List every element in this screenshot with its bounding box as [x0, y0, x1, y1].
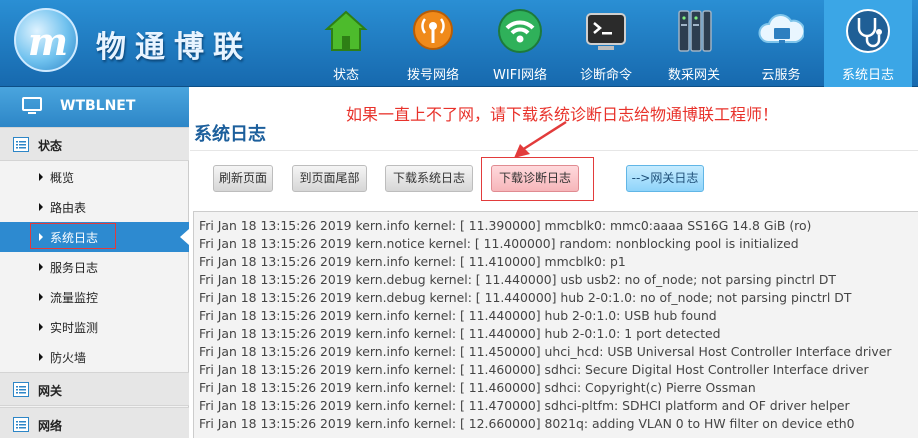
antenna-icon: [413, 10, 453, 50]
section-label: 状态: [38, 139, 63, 153]
wifi-icon: [498, 9, 542, 53]
sidebar-item-service-log[interactable]: 服务日志: [0, 252, 189, 282]
log-line: Fri Jan 18 13:15:26 2019 kern.info kerne…: [199, 398, 850, 413]
list-icon: [13, 137, 29, 152]
sidebar-title: WTBLNET: [60, 98, 136, 114]
sidebar-item-overview[interactable]: 概览: [0, 162, 189, 192]
download-diag-log-button[interactable]: 下载诊断日志: [491, 165, 579, 192]
log-line: Fri Jan 18 13:15:26 2019 kern.debug kern…: [199, 272, 836, 287]
brand-name: 物通博联: [96, 30, 252, 65]
sidebar-section-network[interactable]: 网络: [0, 407, 189, 438]
caret-right-icon: [39, 233, 43, 241]
active-pointer-icon: [180, 229, 189, 245]
logo-mark-icon: m: [27, 19, 69, 64]
sidebar-item-label: 防火墙: [50, 351, 87, 365]
server-icon: [678, 10, 712, 52]
refresh-page-button[interactable]: 刷新页面: [213, 165, 273, 192]
caret-right-icon: [39, 323, 43, 331]
sidebar-item-routes[interactable]: 路由表: [0, 192, 189, 222]
log-lines: Fri Jan 18 13:15:26 2019 kern.info kerne…: [199, 217, 891, 433]
log-line: Fri Jan 18 13:15:26 2019 kern.info kerne…: [199, 308, 717, 323]
sidebar-item-label: 概览: [50, 171, 75, 185]
sidebar-item-label: 实时监测: [50, 321, 99, 335]
nav-diag-cmd[interactable]: 诊断命令: [575, 0, 637, 87]
sidebar-item-firewall[interactable]: 防火墙: [0, 342, 189, 372]
sidebar-item-traffic-monitor[interactable]: 流量监控: [0, 282, 189, 312]
terminal-icon: [586, 13, 626, 50]
sidebar-item-label: 流量监控: [50, 291, 99, 305]
nav-label: 诊断命令: [579, 68, 632, 83]
nav-wifi[interactable]: WIFI网络: [488, 0, 552, 87]
nav-label: 状态: [332, 68, 359, 83]
monitor-icon: [22, 97, 42, 114]
top-header: m 物通博联 状态 拨号网络 WIFI网络 诊断命令 数采网关 云服务 系统日志: [0, 0, 918, 87]
logo: m: [14, 8, 78, 72]
sidebar-section-status[interactable]: 状态: [0, 127, 189, 161]
gateway-log-button[interactable]: -->网关日志: [626, 165, 704, 192]
nav-label: 拨号网络: [406, 68, 459, 83]
stethoscope-icon: [846, 9, 890, 53]
nav-system-log[interactable]: 系统日志: [824, 0, 912, 87]
sidebar-item-label: 系统日志: [50, 231, 99, 245]
list-icon: [13, 417, 29, 432]
log-line: Fri Jan 18 13:15:26 2019 kern.debug kern…: [199, 290, 852, 305]
nav-label: 系统日志: [841, 68, 894, 83]
log-line: Fri Jan 18 13:15:26 2019 kern.info kerne…: [199, 344, 892, 359]
scroll-to-bottom-button[interactable]: 到页面尾部: [292, 165, 367, 192]
log-line: Fri Jan 18 13:15:26 2019 kern.info kerne…: [199, 416, 855, 431]
log-line: Fri Jan 18 13:15:26 2019 kern.info kerne…: [199, 362, 869, 377]
download-system-log-button[interactable]: 下载系统日志: [385, 165, 473, 192]
log-line: Fri Jan 18 13:15:26 2019 kern.info kerne…: [199, 218, 812, 233]
section-label: 网络: [38, 419, 63, 433]
app-window: m 物通博联 状态 拨号网络 WIFI网络 诊断命令 数采网关 云服务 系统日志…: [0, 0, 918, 438]
sidebar-header: WTBLNET: [0, 87, 189, 127]
section-label: 网关: [38, 384, 63, 398]
sidebar-section-gateway[interactable]: 网关: [0, 372, 189, 406]
caret-right-icon: [39, 293, 43, 301]
list-icon: [13, 382, 29, 397]
caret-right-icon: [39, 263, 43, 271]
caret-right-icon: [39, 203, 43, 211]
sidebar-item-realtime[interactable]: 实时监测: [0, 312, 189, 342]
cloud-icon: [758, 14, 804, 43]
nav-data-gateway[interactable]: 数采网关: [662, 0, 726, 87]
sidebar-item-label: 路由表: [50, 201, 87, 215]
log-line: Fri Jan 18 13:15:26 2019 kern.info kerne…: [199, 380, 756, 395]
nav-status[interactable]: 状态: [320, 0, 372, 87]
caret-right-icon: [39, 353, 43, 361]
nav-dialup[interactable]: 拨号网络: [402, 0, 464, 87]
page-title: 系统日志: [194, 124, 266, 145]
nav-label: 数采网关: [667, 68, 720, 83]
sidebar-item-label: 服务日志: [50, 261, 99, 275]
nav-cloud[interactable]: 云服务: [750, 0, 812, 87]
log-line: Fri Jan 18 13:15:26 2019 kern.info kerne…: [199, 326, 721, 341]
sidebar: WTBLNET 状态 概览 路由表 系统日志 服务日志 流量监控 实时监测 防火…: [0, 87, 189, 438]
sidebar-item-system-log[interactable]: 系统日志: [0, 222, 189, 252]
house-icon: [324, 10, 368, 51]
log-line: Fri Jan 18 13:15:26 2019 kern.notice ker…: [199, 236, 799, 251]
nav-label: WIFI网络: [493, 68, 547, 83]
nav-label: 云服务: [761, 68, 801, 83]
log-panel[interactable]: Fri Jan 18 13:15:26 2019 kern.info kerne…: [193, 211, 918, 438]
log-line: Fri Jan 18 13:15:26 2019 kern.info kerne…: [199, 254, 626, 269]
caret-right-icon: [39, 173, 43, 181]
